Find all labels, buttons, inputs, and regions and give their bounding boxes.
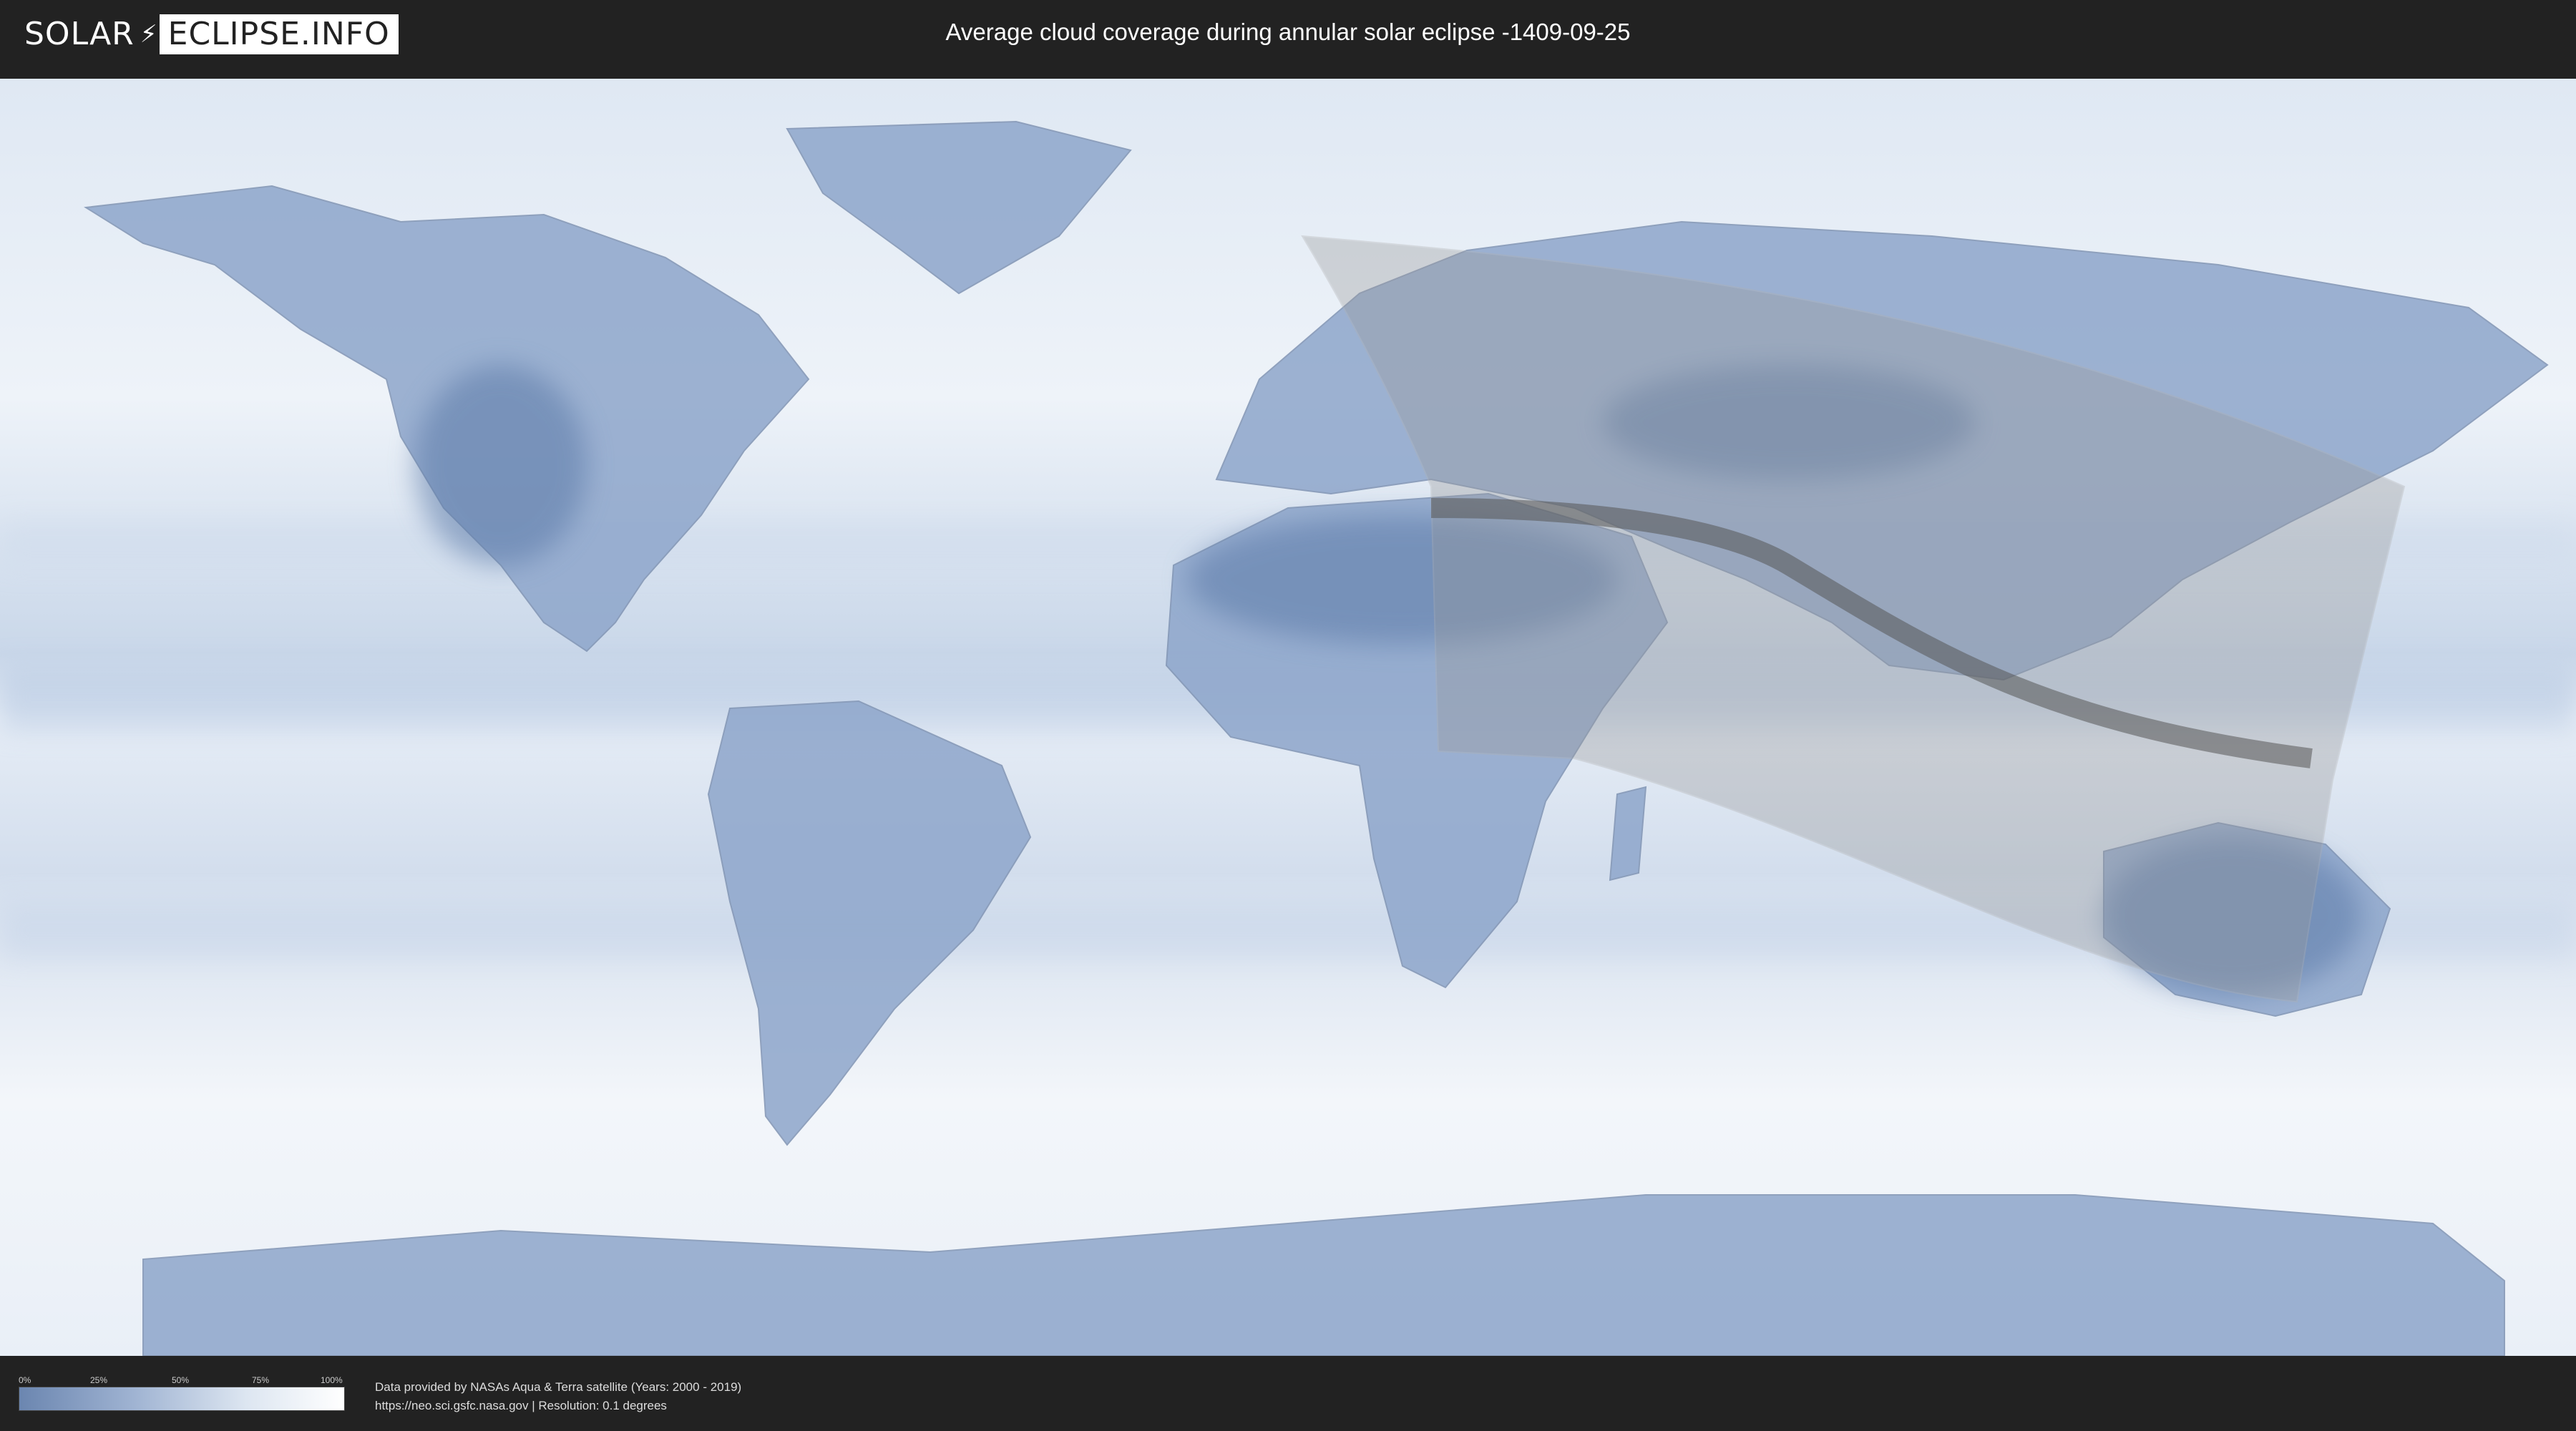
footer-bar: 0% 25% 50% 75% 100% Data provided by NAS… (0, 1358, 2576, 1431)
legend-tick-100: 100% (321, 1375, 343, 1385)
cloud-coverage-map (0, 79, 2576, 1356)
legend-tick-0: 0% (19, 1375, 31, 1385)
legend-color-bar (19, 1387, 345, 1411)
cloud-coverage-legend: 0% 25% 50% 75% 100% (19, 1375, 345, 1411)
header-bar: SOLAR ⚡ ECLIPSE.INFO Average cloud coverag… (0, 0, 2576, 72)
credits-line-1: Data provided by NASAs Aqua & Terra sate… (375, 1380, 742, 1394)
credits-line-2[interactable]: https://neo.sci.gsfc.nasa.gov | Resoluti… (375, 1397, 741, 1415)
legend-ticks: 0% 25% 50% 75% 100% (19, 1375, 343, 1387)
legend-tick-50: 50% (172, 1375, 190, 1385)
legend-tick-75: 75% (252, 1375, 270, 1385)
world-map-svg (0, 79, 2576, 1356)
data-credits: Data provided by NASAs Aqua & Terra sate… (375, 1378, 741, 1415)
page-title: Average cloud coverage during annular so… (945, 19, 1631, 45)
legend-tick-25: 25% (90, 1375, 108, 1385)
